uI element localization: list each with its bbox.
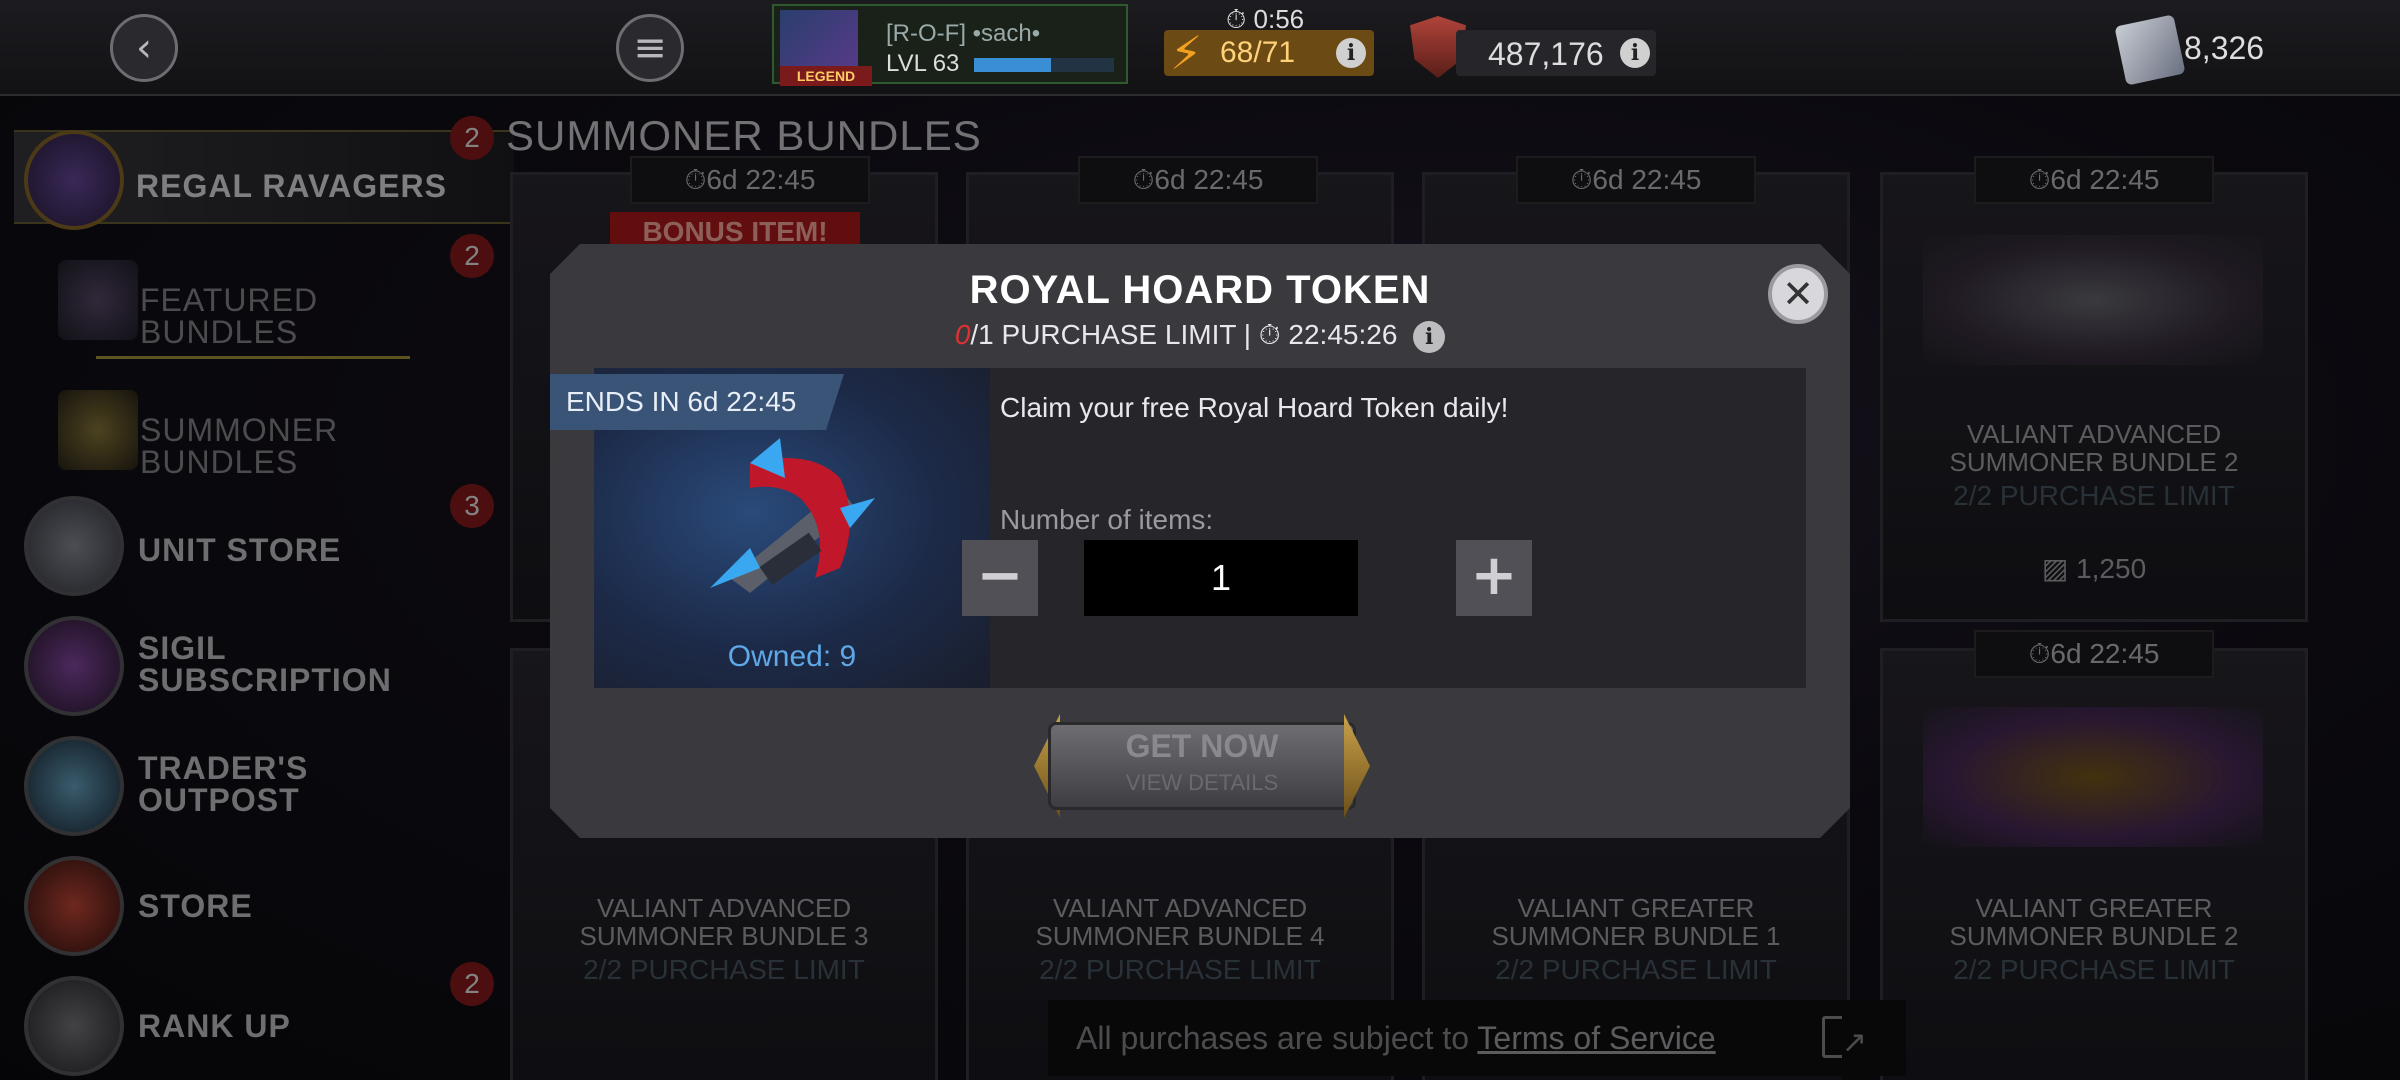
modal-title: ROYAL HOARD TOKEN <box>969 268 1431 312</box>
profile-name: [R-O-F] •sach• <box>886 20 1041 47</box>
bolt-icon: ⚡ <box>1170 26 1203 80</box>
profile-level: LVL 63 <box>886 50 960 77</box>
purchase-modal: ROYAL HOARD TOKEN 0/1 PURCHASE LIMIT | ⏱… <box>550 244 1850 838</box>
legend-tag: LEGEND <box>780 66 872 86</box>
decrease-quantity-button[interactable]: − <box>962 540 1038 616</box>
modal-body: Owned: 9 ENDS IN 6d 22:45 Claim your fre… <box>550 368 1806 688</box>
get-now-label: GET NOW <box>1125 728 1279 764</box>
xp-bar <box>974 58 1114 72</box>
hamburger-icon: ≡ <box>633 25 667 71</box>
royal-hoard-token-icon <box>710 438 875 593</box>
top-bar: ‹ ≡ LEGEND [R-O-F] •sach• LVL 63 ⏱ 0:56 … <box>0 0 2400 96</box>
get-now-button[interactable]: GET NOW VIEW DETAILS <box>1034 714 1370 818</box>
close-icon: ✕ <box>1782 272 1814 316</box>
chevron-left-icon: ‹ <box>136 25 152 71</box>
view-details-label: VIEW DETAILS <box>1125 770 1279 795</box>
energy-meter[interactable]: ⚡ 68/71 i <box>1164 26 1374 80</box>
rating-value: 487,176 <box>1488 36 1604 72</box>
limit-used: 0 <box>954 319 971 350</box>
item-description: Claim your free Royal Hoard Token daily! <box>1000 392 1509 423</box>
xp-fill <box>974 58 1051 72</box>
energy-value: 68/71 <box>1220 36 1296 69</box>
menu-button[interactable]: ≡ <box>616 14 684 82</box>
limit-text: /1 PURCHASE LIMIT | <box>970 319 1251 350</box>
hero-rating[interactable]: 487,176 i <box>1456 30 1656 76</box>
increase-quantity-button[interactable]: + <box>1456 540 1532 616</box>
quantity-label: Number of items: <box>1000 504 1214 535</box>
info-icon[interactable]: i <box>1336 38 1366 68</box>
units-value[interactable]: 8,326 <box>2184 30 2264 67</box>
profile-panel[interactable]: LEGEND [R-O-F] •sach• LVL 63 <box>772 4 1128 86</box>
plus-icon: + <box>1470 543 1518 608</box>
info-icon[interactable]: i <box>1413 320 1446 353</box>
close-button[interactable]: ✕ <box>1768 264 1828 324</box>
owned-count: Owned: 9 <box>727 640 857 673</box>
back-button[interactable]: ‹ <box>110 14 178 82</box>
avatar: LEGEND <box>780 10 872 86</box>
ends-in-tag: ENDS IN 6d 22:45 <box>550 374 844 430</box>
units-icon <box>2114 14 2186 86</box>
quantity-input[interactable] <box>1084 540 1358 616</box>
stopwatch-icon: ⏱ <box>1258 318 1281 351</box>
modal-timer: 22:45:26 <box>1288 319 1398 350</box>
modal-subtitle: 0/1 PURCHASE LIMIT | ⏱ 22:45:26 i <box>550 318 1850 353</box>
info-icon[interactable]: i <box>1620 38 1650 68</box>
minus-icon: − <box>976 543 1024 608</box>
